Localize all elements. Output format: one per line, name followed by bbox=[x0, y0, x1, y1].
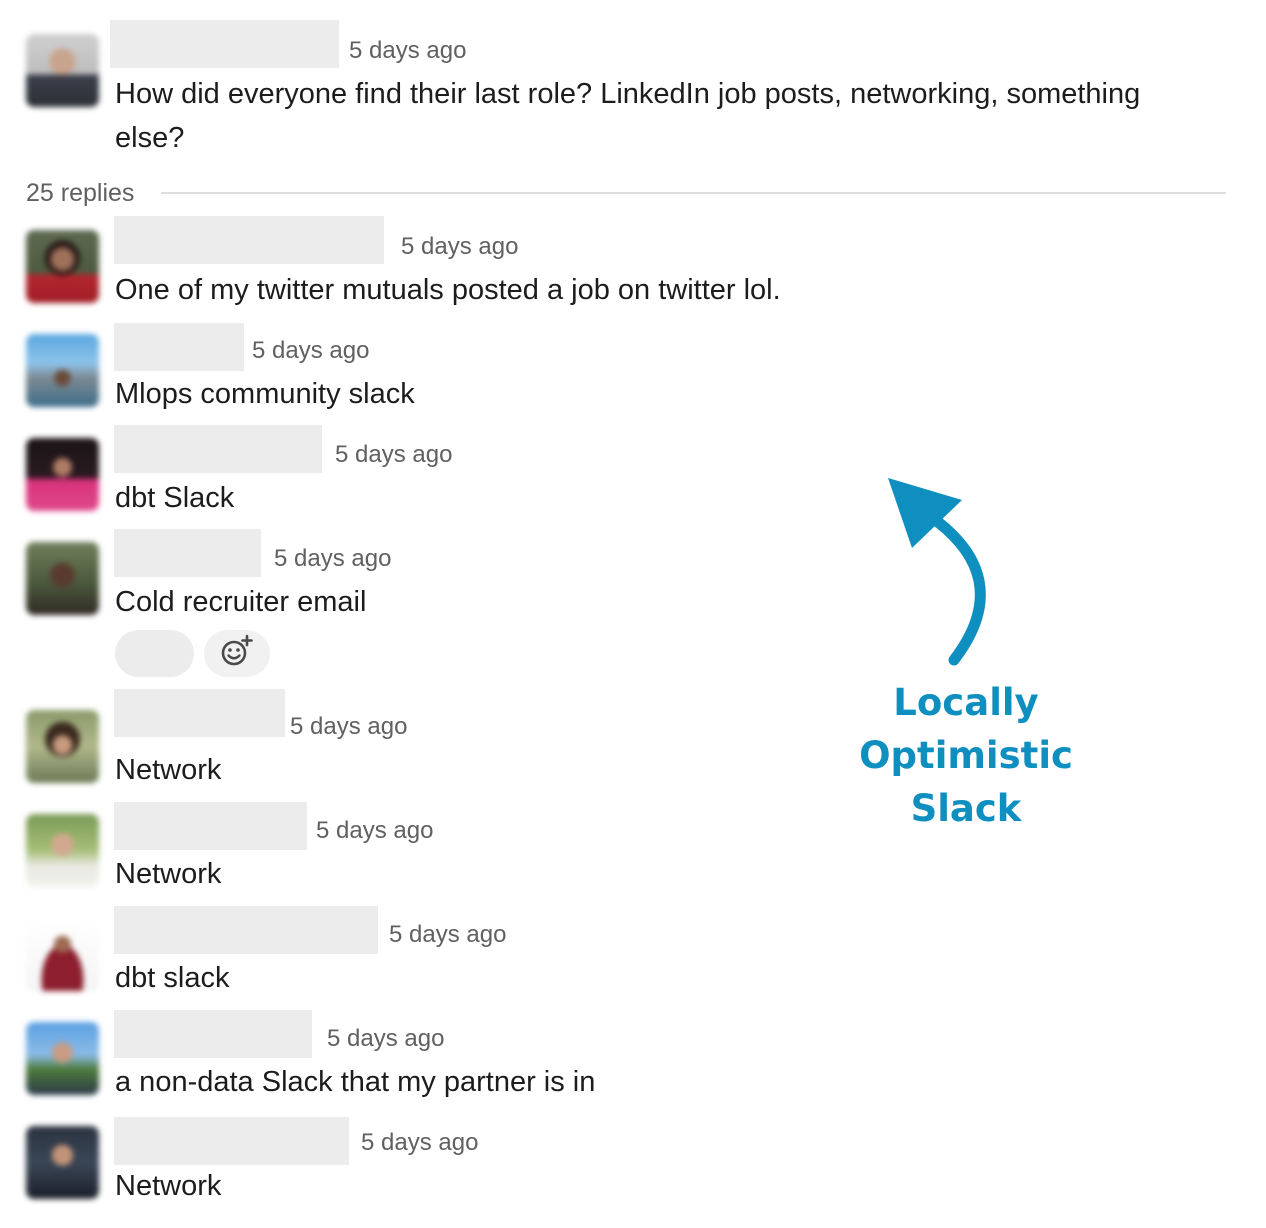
author-name-redacted[interactable] bbox=[110, 20, 339, 68]
message-timestamp[interactable]: 5 days ago bbox=[349, 37, 466, 65]
author-name-redacted[interactable] bbox=[114, 802, 307, 850]
author-name-redacted[interactable] bbox=[114, 1010, 312, 1058]
message-timestamp[interactable]: 5 days ago bbox=[335, 441, 452, 469]
divider-line bbox=[161, 192, 1226, 194]
message-timestamp[interactable]: 5 days ago bbox=[401, 233, 518, 261]
message-timestamp[interactable]: 5 days ago bbox=[361, 1129, 478, 1157]
avatar[interactable] bbox=[26, 918, 99, 991]
avatar[interactable] bbox=[26, 1126, 99, 1199]
message-text: dbt slack bbox=[115, 962, 230, 994]
avatar[interactable] bbox=[26, 1022, 99, 1095]
replies-count: 25 replies bbox=[26, 179, 135, 207]
author-name-redacted[interactable] bbox=[114, 529, 261, 577]
message-timestamp[interactable]: 5 days ago bbox=[252, 337, 369, 365]
annotation-line-2: Slack bbox=[910, 787, 1022, 830]
author-name-redacted[interactable] bbox=[114, 216, 384, 264]
replies-divider: 25 replies bbox=[26, 176, 1226, 210]
author-name-redacted[interactable] bbox=[114, 906, 378, 954]
add-reaction-button[interactable] bbox=[204, 630, 270, 677]
message-text-line-1: How did everyone find their last role? L… bbox=[115, 78, 1141, 110]
avatar[interactable] bbox=[26, 334, 99, 407]
message-text: Network bbox=[115, 858, 222, 890]
avatar[interactable] bbox=[26, 814, 99, 887]
message-timestamp[interactable]: 5 days ago bbox=[290, 713, 407, 741]
avatar[interactable] bbox=[26, 230, 99, 303]
message-timestamp[interactable]: 5 days ago bbox=[316, 817, 433, 845]
message-timestamp[interactable]: 5 days ago bbox=[389, 921, 506, 949]
author-name-redacted[interactable] bbox=[114, 1117, 349, 1165]
avatar[interactable] bbox=[26, 710, 99, 783]
reaction-pill[interactable] bbox=[115, 630, 194, 677]
add-reaction-icon bbox=[219, 633, 255, 674]
message-timestamp[interactable]: 5 days ago bbox=[327, 1025, 444, 1053]
avatar[interactable] bbox=[26, 34, 99, 107]
author-name-redacted[interactable] bbox=[114, 689, 285, 737]
message-text: Network bbox=[115, 754, 222, 786]
author-name-redacted[interactable] bbox=[114, 425, 322, 473]
message-timestamp[interactable]: 5 days ago bbox=[274, 545, 391, 573]
message-text: Network bbox=[115, 1170, 222, 1202]
annotation-label: Locally Optimistic Slack bbox=[790, 676, 1142, 835]
message-text: One of my twitter mutuals posted a job o… bbox=[115, 274, 781, 306]
avatar[interactable] bbox=[26, 542, 99, 615]
author-name-redacted[interactable] bbox=[114, 323, 244, 371]
curved-arrow-icon bbox=[870, 470, 1010, 675]
avatar[interactable] bbox=[26, 438, 99, 511]
message-text: Mlops community slack bbox=[115, 378, 415, 410]
message-text: a non-data Slack that my partner is in bbox=[115, 1066, 596, 1098]
message-text: Cold recruiter email bbox=[115, 586, 367, 618]
annotation-line-1: Locally Optimistic bbox=[859, 681, 1073, 777]
message-text-line-2: else? bbox=[115, 122, 185, 154]
message-text: dbt Slack bbox=[115, 482, 235, 514]
